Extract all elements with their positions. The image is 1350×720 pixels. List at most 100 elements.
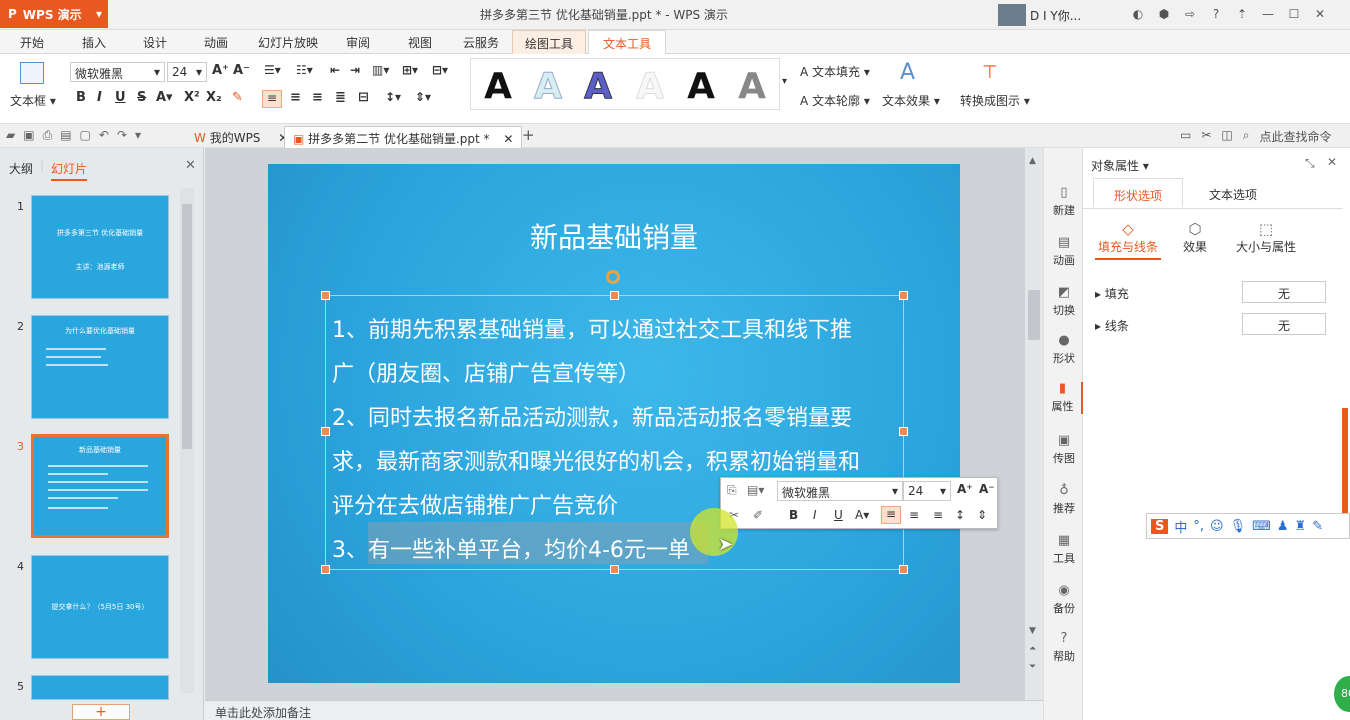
tab-animation[interactable]: 动画: [204, 34, 228, 51]
body-line-1[interactable]: 1、前期先积累基础销量，可以通过社交工具和线下推: [332, 312, 852, 344]
save-icon[interactable]: ▣: [23, 128, 34, 143]
tab-slideshow[interactable]: 幻灯片放映: [258, 34, 318, 51]
distribute-button[interactable]: ⊟: [358, 90, 369, 105]
add-slide-button[interactable]: +: [72, 704, 130, 720]
minimize-icon[interactable]: —: [1260, 6, 1276, 22]
prev-slide-icon[interactable]: ⏶: [1029, 644, 1036, 654]
broadcast-icon[interactable]: ◫: [1221, 128, 1232, 145]
tab-slides[interactable]: 幻灯片: [51, 160, 88, 181]
body-line-3[interactable]: 2、同时去报名新品活动测款，新品活动报名零销量要: [332, 400, 852, 432]
body-line-2[interactable]: 广（朋友圈、店铺广告宣传等）: [332, 356, 640, 388]
text-outline-button[interactable]: A 文本轮廓 ▾: [800, 92, 870, 109]
help-tool-button[interactable]: ? 帮助: [1044, 632, 1084, 664]
align-text-icon[interactable]: ⊟▾: [432, 63, 448, 77]
close-icon[interactable]: ✕: [1312, 6, 1328, 22]
shrink-font-icon[interactable]: A⁻: [979, 482, 995, 496]
skin-icon[interactable]: ♜: [1295, 519, 1307, 534]
align-right-button[interactable]: ≡: [933, 508, 943, 522]
line-section[interactable]: ▸ 线条: [1095, 317, 1129, 334]
customize-icon[interactable]: ▾: [135, 128, 141, 143]
user-name[interactable]: D I Y你...: [1030, 7, 1081, 24]
fill-section[interactable]: ▸ 填充: [1095, 285, 1129, 302]
keyboard-icon[interactable]: ⌨: [1252, 519, 1271, 534]
align-right-button[interactable]: ≡: [312, 90, 323, 105]
text-effect-button[interactable]: 文本效果 ▾: [882, 92, 940, 109]
search-icon[interactable]: ⌕: [1243, 128, 1250, 145]
search-command-input[interactable]: 点此查找命令: [1259, 128, 1331, 145]
clear-format-icon[interactable]: ✎: [232, 90, 243, 105]
font-size-select[interactable]: 24 ▾: [167, 62, 207, 82]
tab-insert[interactable]: 插入: [82, 34, 106, 51]
screen-icon[interactable]: ▭: [1180, 128, 1191, 145]
maximize-icon[interactable]: ☐: [1286, 6, 1302, 22]
transition-tool-button[interactable]: ◩ 切换: [1044, 286, 1084, 318]
upload-image-tool-button[interactable]: ▣ 传图: [1044, 434, 1084, 466]
ime-language-toggle[interactable]: 中: [1174, 517, 1187, 536]
align-left-button[interactable]: ≡: [262, 90, 282, 108]
align-center-button[interactable]: ≡: [290, 90, 301, 105]
resize-handle[interactable]: [610, 291, 619, 300]
paragraph-spacing-icon[interactable]: ⇕▾: [415, 90, 431, 104]
grow-font-icon[interactable]: A⁺: [957, 482, 973, 496]
pane-title[interactable]: 对象属性 ▾: [1091, 157, 1149, 174]
subtab-size[interactable]: ⬚ 大小与属性: [1233, 220, 1299, 255]
preview-icon[interactable]: ▢: [80, 128, 91, 143]
cloud-icon[interactable]: ◐: [1130, 6, 1146, 22]
slide-thumb-3[interactable]: 新品基础销量: [31, 434, 169, 538]
slide-thumb-4[interactable]: 提交拿什么？（5月5日 30号）: [31, 555, 169, 659]
style-black-a[interactable]: A: [473, 67, 523, 107]
tab-text-options[interactable]: 文本选项: [1193, 186, 1273, 203]
skin-icon[interactable]: ⬢: [1156, 6, 1172, 22]
gallery-more-icon[interactable]: ▾: [782, 76, 787, 87]
convert-smartart-button[interactable]: 转换成图示 ▾: [960, 92, 1030, 109]
undo-icon[interactable]: ↶: [99, 128, 109, 143]
text-direction-icon[interactable]: ⊞▾: [402, 63, 418, 77]
emoji-icon[interactable]: ☺: [1210, 519, 1224, 534]
tools-button[interactable]: ▦ 工具: [1044, 534, 1084, 566]
body-line-6[interactable]: 3、有一些补单平台，均价4-6元一单: [332, 532, 690, 564]
user-icon[interactable]: ♟: [1277, 519, 1289, 534]
style-gray-a[interactable]: A: [727, 67, 777, 107]
new-tab-icon[interactable]: +: [522, 126, 535, 144]
justify-button[interactable]: ≣: [335, 90, 346, 105]
align-left-button[interactable]: ≡: [881, 506, 901, 524]
font-color-button[interactable]: A▾: [855, 508, 869, 522]
app-menu-button[interactable]: P WPS 演示 ▾: [0, 0, 108, 28]
font-name-select[interactable]: 微软雅黑 ▾: [70, 62, 165, 82]
line-spacing-icon[interactable]: ↕: [955, 508, 965, 522]
superscript-button[interactable]: X²: [184, 90, 200, 105]
slide-thumb-2[interactable]: 为什么要优化基础销量: [31, 315, 169, 419]
sogou-logo-icon[interactable]: S: [1151, 518, 1169, 534]
recommend-tool-button[interactable]: ♁ 推荐: [1044, 484, 1084, 516]
numbered-list-icon[interactable]: ☷▾: [296, 63, 313, 77]
tab-view[interactable]: 视图: [408, 34, 432, 51]
subtab-fill-line[interactable]: ◇ 填充与线条: [1095, 220, 1161, 260]
tab-outline[interactable]: 大纲: [9, 160, 33, 177]
scroll-up-icon[interactable]: ▲: [1029, 156, 1036, 166]
next-slide-icon[interactable]: ⏷: [1029, 662, 1036, 672]
columns-icon[interactable]: ▥▾: [372, 63, 389, 77]
resize-handle[interactable]: [610, 565, 619, 574]
help-icon[interactable]: ?: [1208, 6, 1224, 22]
italic-button[interactable]: I: [813, 508, 817, 522]
style-purple-a[interactable]: A: [573, 66, 623, 107]
italic-button[interactable]: I: [97, 90, 102, 105]
redo-icon[interactable]: ↷: [117, 128, 127, 143]
paragraph-spacing-icon[interactable]: ⇕: [977, 508, 987, 522]
paste-icon[interactable]: ▤▾: [747, 483, 764, 497]
mini-font-select[interactable]: 微软雅黑 ▾: [777, 481, 903, 501]
bold-button[interactable]: B: [76, 90, 86, 105]
canvas-scrollbar[interactable]: ▲ ▼ ⏶ ⏷: [1025, 148, 1043, 700]
mini-size-select[interactable]: 24 ▾: [903, 481, 951, 501]
underline-button[interactable]: U: [834, 508, 843, 522]
scroll-down-icon[interactable]: ▼: [1029, 626, 1036, 636]
pane-edge-tab[interactable]: [1342, 408, 1348, 518]
share-icon[interactable]: ⇨: [1182, 6, 1198, 22]
slide-thumb-1[interactable]: 拼多多第三节 优化基础销量 主讲：池源老师: [31, 195, 169, 299]
close-icon[interactable]: ✕: [503, 132, 513, 146]
resize-handle[interactable]: [321, 565, 330, 574]
tab-drawing-tools[interactable]: 绘图工具: [512, 30, 587, 54]
resize-handle[interactable]: [321, 427, 330, 436]
ribbon-toggle-icon[interactable]: ⇡: [1234, 6, 1250, 22]
export-pdf-icon[interactable]: ▤: [60, 128, 71, 143]
